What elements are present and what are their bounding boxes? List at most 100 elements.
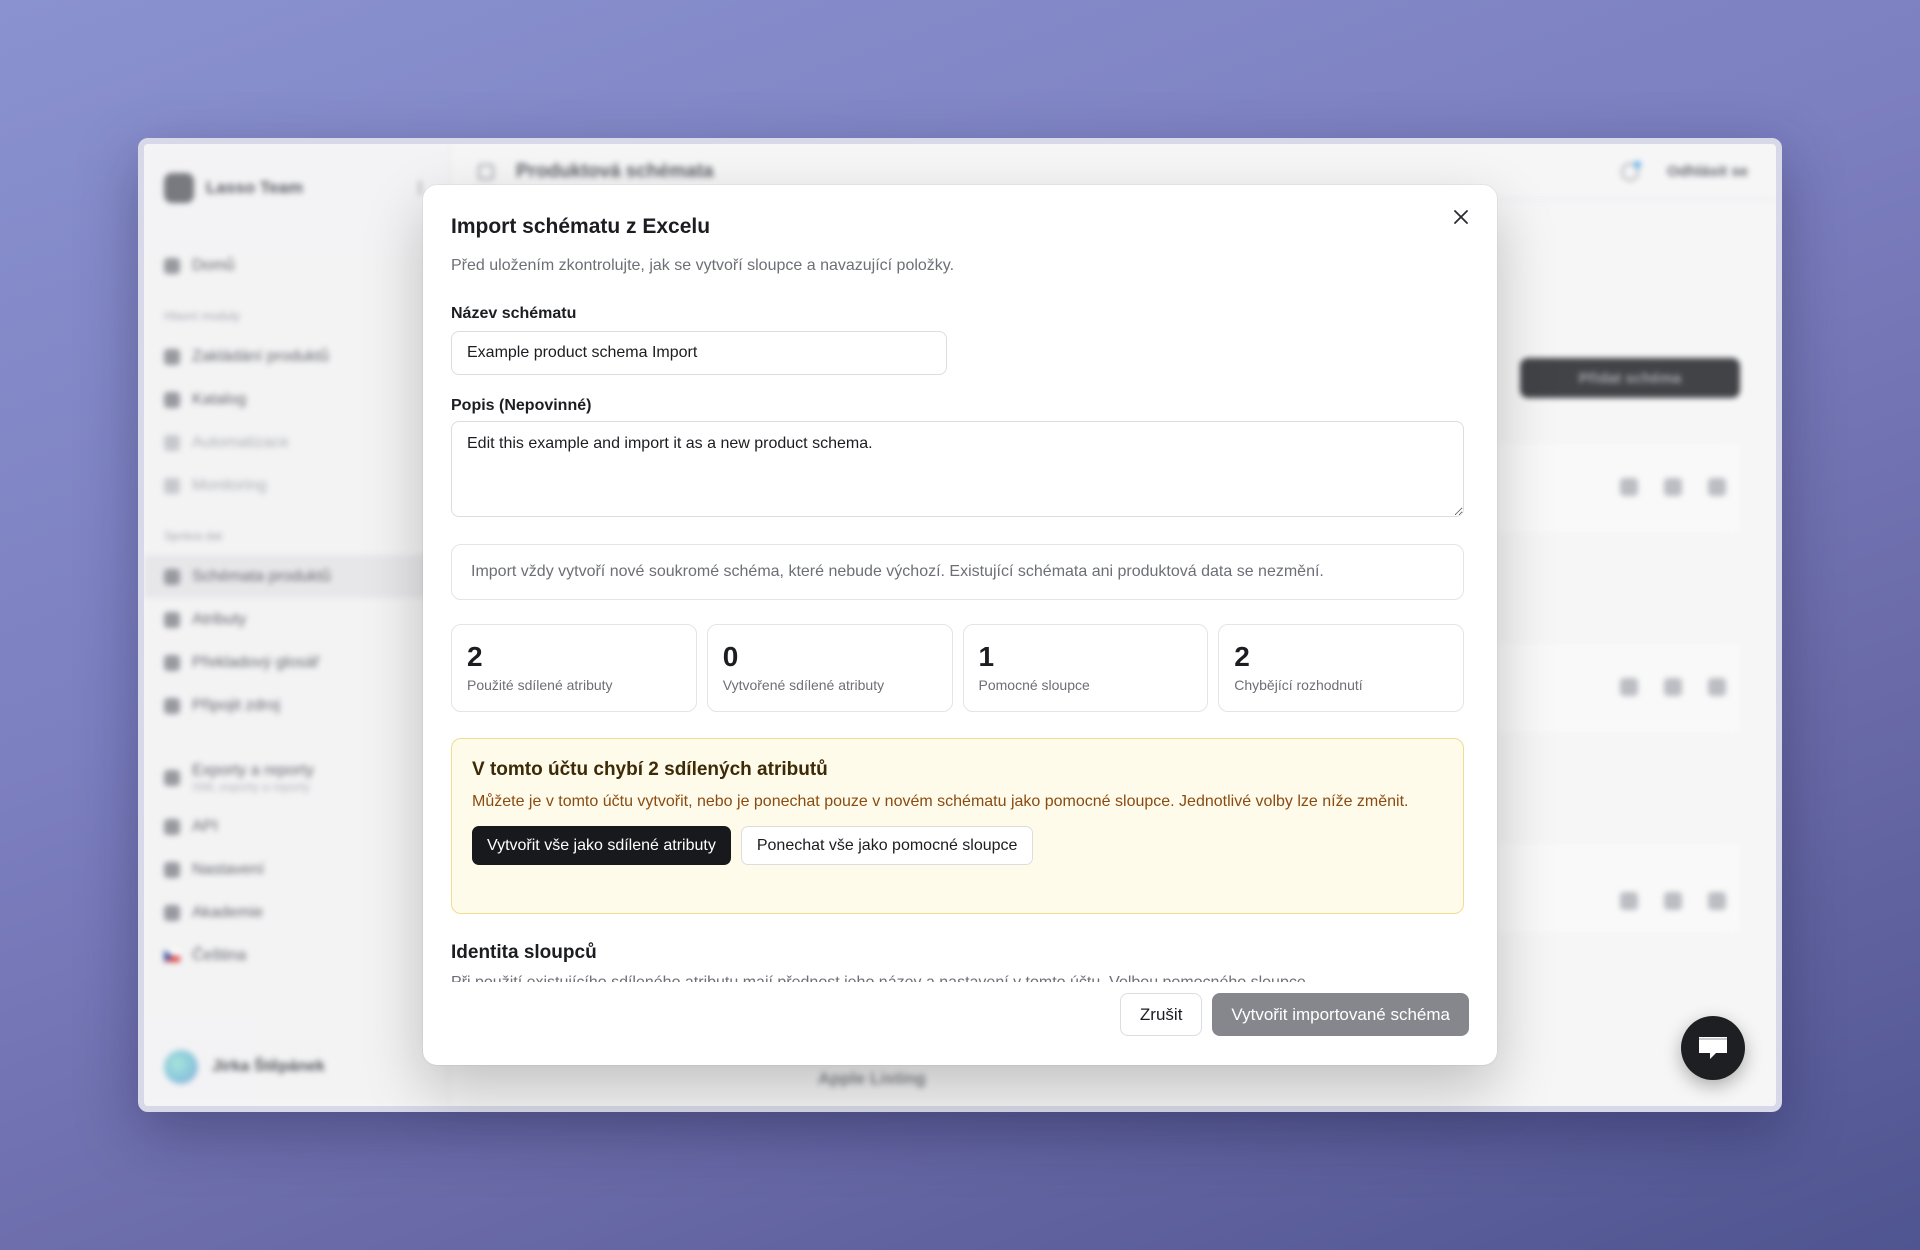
import-note: Import vždy vytvoří nové soukromé schéma…	[451, 544, 1464, 600]
stat-card-used-shared: 2 Použité sdílené atributy	[451, 624, 697, 712]
share-icon[interactable]	[1620, 678, 1638, 696]
row-actions	[1620, 478, 1726, 496]
stat-card-helper-columns: 1 Pomocné sloupce	[962, 624, 1209, 712]
stat-value: 1	[978, 641, 995, 672]
row-actions	[1620, 892, 1726, 910]
sidebar-item-api[interactable]: API	[164, 805, 429, 848]
plug-icon	[164, 697, 180, 714]
sidebar-item-connect-source[interactable]: Připojit zdroj	[164, 684, 429, 727]
czech-flag-icon	[164, 949, 180, 962]
sidebar-item-label: Katalog	[192, 390, 247, 408]
sidebar-section-main: Hlavní moduly	[164, 309, 241, 323]
sidebar-item-text: Exporty a reporty XML exporty a reporty	[192, 762, 314, 794]
copy-icon[interactable]	[1708, 678, 1726, 696]
schema-name-input[interactable]	[451, 331, 947, 375]
sidebar-item-attributes[interactable]: Atributy	[164, 598, 429, 641]
sidebar-item-label: Automatizace	[192, 433, 289, 451]
stat-value: 0	[722, 641, 739, 672]
team-switcher[interactable]: Lasso Team	[164, 170, 429, 206]
sidebar-item-monitoring[interactable]: Monitoring	[164, 464, 429, 507]
sidebar-item-label: Překladový glosář	[192, 653, 320, 671]
edit-icon[interactable]	[1664, 678, 1682, 696]
cancel-button[interactable]: Zrušit	[1119, 993, 1203, 1036]
chat-icon	[1699, 1037, 1727, 1059]
column-identity-text-clip: Při použití existujícího sdíleného atrib…	[451, 972, 1464, 982]
import-schema-dialog: Import schématu z Excelu Před uložením z…	[423, 185, 1497, 1065]
sidebar-item-sublabel: XML exporty a reporty	[192, 780, 310, 794]
dialog-footer: Zrušit Vytvořit importované schéma	[1119, 993, 1469, 1036]
language-switcher[interactable]: Čeština	[164, 934, 429, 977]
page-title: Produktová schémata	[516, 160, 714, 182]
share-icon[interactable]	[1620, 892, 1638, 910]
sidebar-item-label: Zakládání produktů	[192, 347, 329, 365]
sidebar-item-label: Atributy	[192, 610, 247, 628]
dialog-title: Import schématu z Excelu	[451, 215, 711, 238]
schema-row-title: Apple Listing	[818, 1069, 926, 1088]
warning-text: Můžete je v tomto účtu vytvořit, nebo je…	[472, 793, 1409, 810]
description-label: Popis (Nepovinné)	[451, 397, 592, 414]
sidebar-item-settings[interactable]: Nastavení	[164, 848, 429, 891]
sidebar-item-label: Nastavení	[192, 860, 265, 878]
sidebar-section-admin: Správa dat	[164, 529, 223, 543]
notification-bell-icon[interactable]	[1621, 160, 1642, 181]
team-name: Lasso Team	[206, 178, 304, 197]
sidebar-item-academy[interactable]: Akademie	[164, 891, 429, 934]
sidebar-item-glossary[interactable]: Překladový glosář	[164, 641, 429, 684]
stat-label: Chybějící rozhodnutí	[1234, 677, 1363, 693]
sidebar-item-exports[interactable]: Exporty a reporty XML exporty a reporty	[164, 751, 429, 805]
add-schema-button[interactable]: Přidat schéma	[1520, 358, 1740, 398]
stat-value: 2	[467, 641, 483, 672]
create-imported-schema-button[interactable]: Vytvořit importované schéma	[1212, 993, 1469, 1036]
stat-label: Použité sdílené atributy	[467, 677, 613, 693]
stat-card-missing-decisions: 2 Chybějící rozhodnutí	[1218, 624, 1464, 712]
pulse-icon	[164, 477, 180, 494]
dialog-description: Před uložením zkontrolujte, jak se vytvo…	[451, 257, 955, 274]
sidebar-item-label: API	[192, 817, 218, 835]
user-menu[interactable]: Jirka Štěpánek	[164, 1050, 325, 1084]
sidebar-item-schemas[interactable]: Schémata produktů	[144, 555, 449, 598]
sidebar-item-automation[interactable]: Automatizace	[164, 421, 429, 464]
stat-label: Pomocné sloupce	[978, 677, 1090, 693]
gear-icon	[164, 861, 180, 878]
warning-title: V tomto účtu chybí 2 sdílených atributů	[472, 759, 828, 780]
sidebar-item-label: Monitoring	[192, 476, 267, 494]
copy-icon[interactable]	[1708, 478, 1726, 496]
grid-icon	[164, 391, 180, 408]
column-identity-title: Identita sloupců	[451, 942, 597, 963]
column-identity-text: Při použití existujícího sdíleného atrib…	[451, 972, 1464, 982]
edit-icon[interactable]	[1664, 478, 1682, 496]
sidebar-item-label: Schémata produktů	[192, 567, 331, 585]
sidebar-item-catalog[interactable]: Katalog	[164, 378, 429, 421]
sidebar: Lasso Team Domů Hlavní moduly Zakládání …	[144, 144, 450, 1106]
create-all-shared-button[interactable]: Vytvořit vše jako sdílené atributy	[472, 826, 731, 865]
user-name: Jirka Štěpánek	[212, 1058, 325, 1075]
missing-attributes-warning: V tomto účtu chybí 2 sdílených atributů …	[451, 738, 1464, 914]
sidebar-item-products[interactable]: Zakládání produktů	[164, 335, 429, 378]
description-textarea[interactable]: Edit this example and import it as a new…	[451, 421, 1464, 517]
chat-widget-button[interactable]	[1681, 1016, 1745, 1080]
edit-icon[interactable]	[1664, 892, 1682, 910]
stat-card-created-shared: 0 Vytvořené sdílené atributy	[706, 624, 953, 712]
import-stats: 2 Použité sdílené atributy 0 Vytvořené s…	[451, 624, 1464, 712]
avatar	[164, 1050, 198, 1084]
sidebar-toggle-icon[interactable]	[478, 163, 494, 180]
language-label: Čeština	[192, 946, 247, 964]
sidebar-item-label: Připojit zdroj	[192, 696, 281, 714]
schema-name-label: Název schématu	[451, 305, 577, 322]
dialog-body: Import schématu z Excelu Před uložením z…	[451, 215, 1464, 982]
sidebar-item-home[interactable]: Domů	[164, 244, 429, 287]
keep-all-helper-button[interactable]: Ponechat vše jako pomocné sloupce	[740, 826, 1034, 865]
schema-icon	[164, 568, 180, 585]
bolt-icon	[164, 434, 180, 451]
sidebar-item-label: Domů	[192, 256, 235, 274]
share-icon[interactable]	[1620, 478, 1638, 496]
box-icon	[164, 348, 180, 365]
warning-actions: Vytvořit vše jako sdílené atributy Ponec…	[472, 826, 1443, 865]
globe-icon	[164, 654, 180, 671]
sidebar-item-label: Akademie	[192, 903, 264, 921]
logout-button[interactable]: Odhlásit se	[1667, 163, 1748, 180]
sidebar-item-label: Exporty a reporty	[192, 762, 314, 779]
topbar-actions: Odhlásit se	[1621, 160, 1748, 181]
copy-icon[interactable]	[1708, 892, 1726, 910]
academy-icon	[164, 904, 180, 921]
